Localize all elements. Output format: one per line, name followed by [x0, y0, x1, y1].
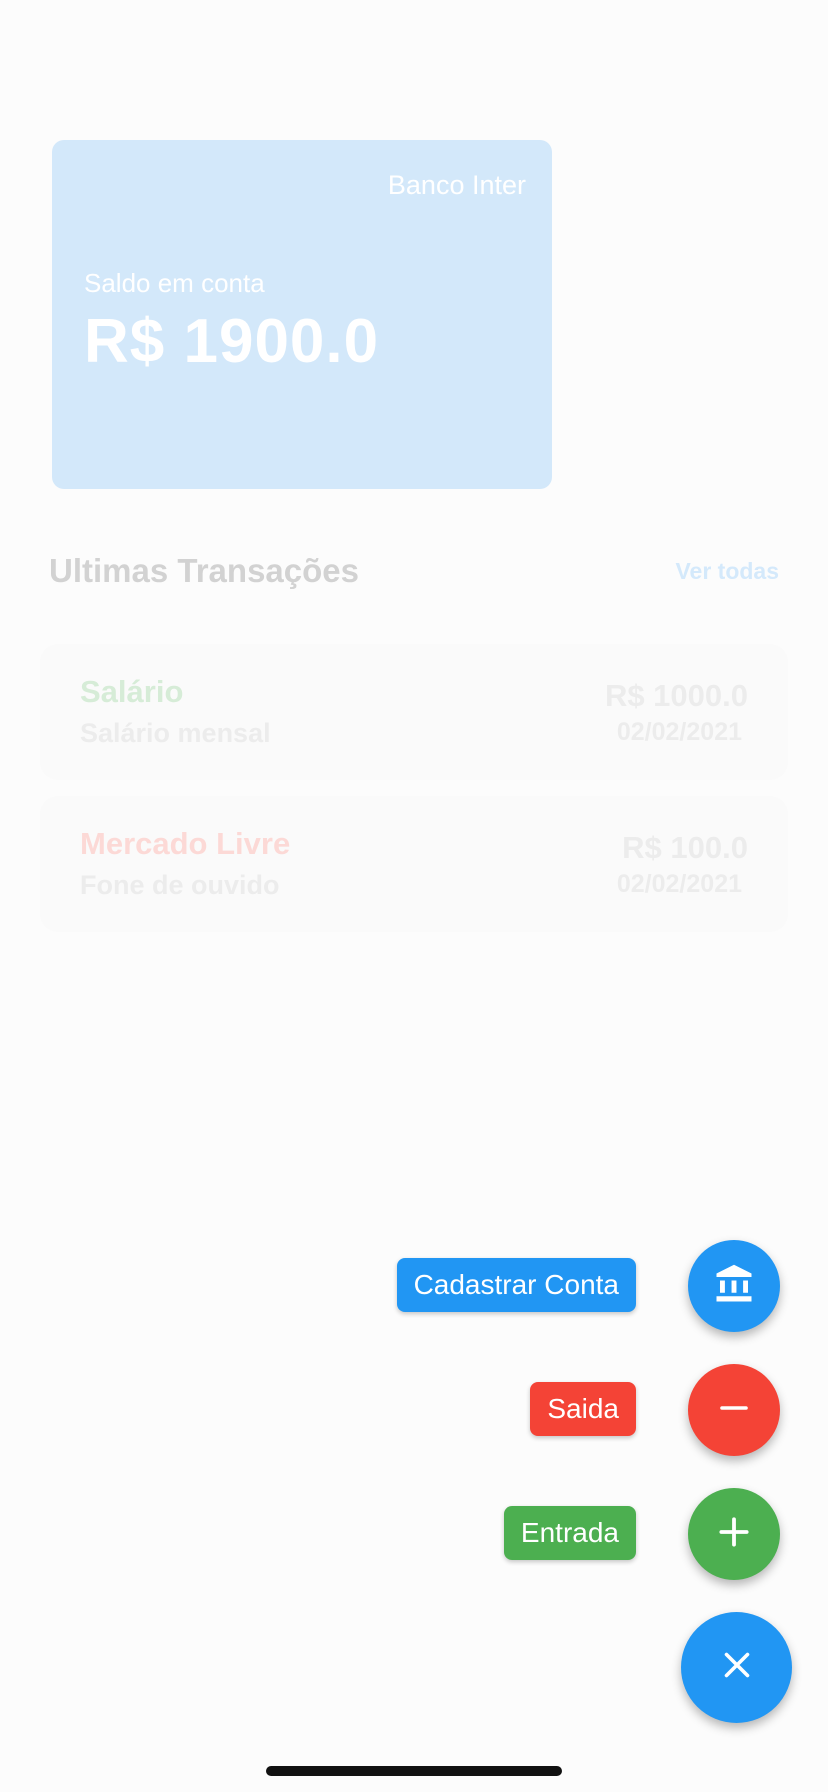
see-all-link[interactable]: Ver todas	[675, 558, 779, 585]
transaction-description: Fone de ouvido	[80, 870, 280, 900]
income-button[interactable]	[688, 1488, 780, 1580]
home-indicator	[266, 1766, 562, 1776]
section-title: Ultimas Transações	[49, 552, 359, 589]
minus-icon	[716, 1390, 752, 1431]
transaction-amount: R$ 100.0	[622, 830, 748, 865]
expense-label[interactable]: Saida	[530, 1382, 636, 1436]
close-icon	[719, 1647, 755, 1688]
income-label[interactable]: Entrada	[503, 1506, 636, 1560]
transaction-date: 02/02/2021	[616, 718, 742, 746]
transaction-name: Salário	[80, 674, 184, 709]
bank-icon	[713, 1263, 755, 1310]
register-account-button[interactable]	[688, 1240, 780, 1332]
plus-icon	[715, 1513, 753, 1556]
expense-button[interactable]	[688, 1364, 780, 1456]
transaction-description: Salário mensal	[80, 718, 271, 748]
account-card[interactable]: Banco Inter Saldo em conta R$ 1900.0	[52, 140, 552, 489]
transaction-name: Mercado Livre	[80, 826, 291, 861]
balance-label: Saldo em conta	[84, 268, 265, 298]
bank-name: Banco Inter	[387, 170, 526, 200]
balance-value: R$ 1900.0	[84, 307, 380, 376]
transaction-date: 02/02/2021	[616, 870, 742, 898]
transaction-item[interactable]: Salário Salário mensal R$ 1000.0 02/02/2…	[40, 644, 788, 780]
transaction-item[interactable]: Mercado Livre Fone de ouvido R$ 100.0 02…	[40, 796, 788, 932]
register-account-label[interactable]: Cadastrar Conta	[396, 1258, 636, 1312]
speed-dial-toggle-button[interactable]	[681, 1612, 792, 1723]
transaction-amount: R$ 1000.0	[604, 678, 748, 713]
